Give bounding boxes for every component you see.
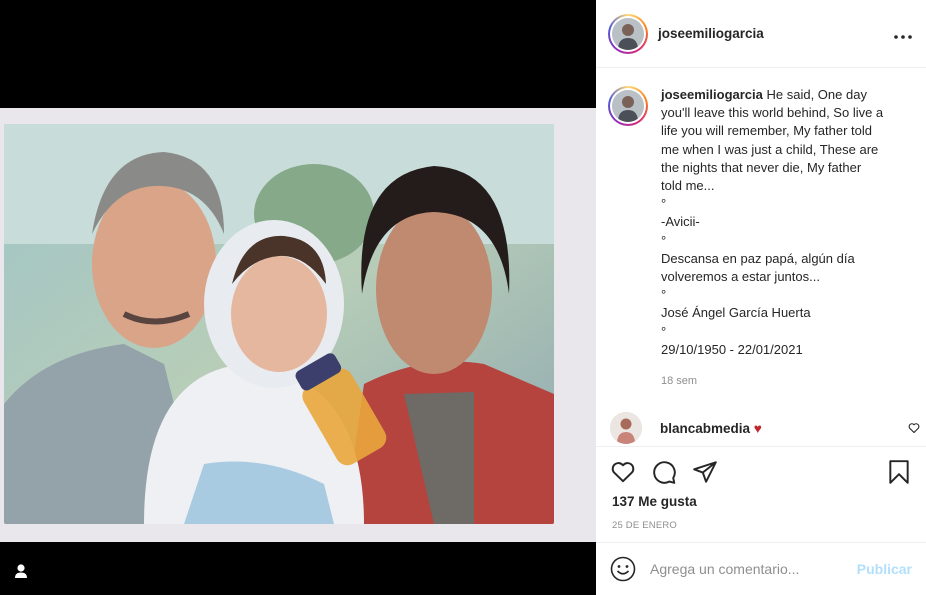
caption-line: volveremos a estar juntos... <box>661 269 820 285</box>
user-tag-icon[interactable] <box>12 562 30 580</box>
caption-username[interactable]: joseemiliogarcia <box>661 87 763 102</box>
heart-emoji: ♥ <box>753 420 762 436</box>
more-horizontal-icon <box>894 35 912 39</box>
more-options-button[interactable] <box>894 23 912 44</box>
emoji-icon[interactable] <box>610 556 636 582</box>
share-icon[interactable] <box>692 459 718 485</box>
post-actions: 137 Me gusta 25 DE ENERO <box>596 446 926 542</box>
post-date: 25 DE ENERO <box>612 520 678 531</box>
post-sidebar: joseemiliogarcia joseemiliogarcia He sai… <box>596 0 926 595</box>
author-username[interactable]: joseemiliogarcia <box>658 26 894 41</box>
action-icons <box>596 447 926 485</box>
caption-line: ° <box>661 323 667 339</box>
photo-frame <box>0 108 596 542</box>
post-photo[interactable] <box>4 124 554 524</box>
publish-button[interactable]: Publicar <box>857 561 912 577</box>
caption-line: 29/10/1950 - 22/01/2021 <box>661 341 803 357</box>
like-comment-icon[interactable] <box>908 422 920 434</box>
commenter-username-link[interactable]: blancabmedia <box>660 421 750 436</box>
caption-line: ° <box>661 196 667 212</box>
caption-line: told me... <box>661 178 715 194</box>
avatar-image <box>612 90 644 122</box>
caption-line: -Avicii- <box>661 214 700 230</box>
caption-text: joseemiliogarcia He said, One day you'll… <box>661 86 883 390</box>
commenter-username: blancabmedia ♥ <box>660 421 908 436</box>
caption-line: ° <box>661 287 667 303</box>
photo-illustration <box>4 124 554 524</box>
caption-line: the nights that never die, My father <box>661 159 862 175</box>
caption-time[interactable]: 18 sem <box>661 372 883 390</box>
caption-line: ° <box>661 232 667 248</box>
commenter-avatar[interactable] <box>610 412 642 444</box>
caption-line: me when I was just a child, These are <box>661 141 879 157</box>
caption-line: José Ángel García Huerta <box>661 305 811 321</box>
caption-avatar[interactable] <box>608 86 648 126</box>
like-icon[interactable] <box>610 459 636 485</box>
save-bookmark-icon[interactable] <box>886 459 912 485</box>
post-header: joseemiliogarcia <box>596 0 926 68</box>
avatar-image <box>612 17 644 50</box>
caption-line: He said, One day <box>762 87 867 102</box>
post-media[interactable] <box>0 0 596 595</box>
comment-input[interactable] <box>650 561 857 577</box>
comment-item: blancabmedia ♥ <box>610 412 920 444</box>
author-avatar[interactable] <box>608 13 648 54</box>
add-comment-bar: Publicar <box>596 542 926 595</box>
likes-count[interactable]: 137 Me gusta <box>596 494 926 509</box>
caption-line: Descansa en paz papá, algún día <box>661 250 855 266</box>
caption-line: you'll leave this world behind, So live … <box>661 105 884 121</box>
post-caption: joseemiliogarcia He said, One day you'll… <box>608 86 918 390</box>
comment-icon[interactable] <box>651 459 677 485</box>
caption-line: life you will remember, My father told <box>661 123 872 139</box>
